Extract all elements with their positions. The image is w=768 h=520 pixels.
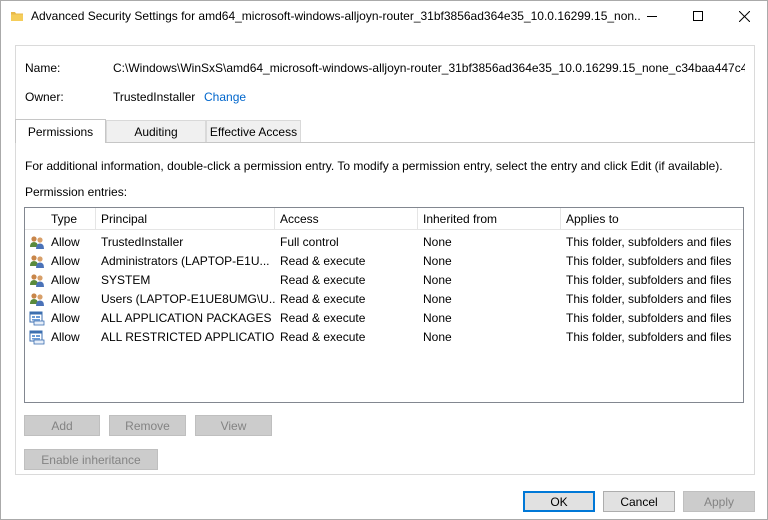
entry-applies-to: This folder, subfolders and files bbox=[566, 329, 732, 344]
entry-type: Allow bbox=[51, 272, 80, 287]
app-package-icon bbox=[29, 310, 45, 326]
column-header-applies-to[interactable]: Applies to bbox=[561, 208, 743, 230]
entry-access: Full control bbox=[280, 234, 339, 249]
column-header-access-label: Access bbox=[280, 212, 319, 226]
entry-access: Read & execute bbox=[280, 329, 366, 344]
apply-button-label: Apply bbox=[703, 494, 735, 509]
entry-inherited-from: None bbox=[423, 329, 452, 344]
title-bar[interactable]: Advanced Security Settings for amd64_mic… bbox=[1, 1, 767, 31]
entry-applies-to: This folder, subfolders and files bbox=[566, 253, 732, 268]
entry-applies-to: This folder, subfolders and files bbox=[566, 272, 732, 287]
table-row[interactable]: Allow TrustedInstaller Full control None… bbox=[25, 232, 743, 251]
change-owner-link[interactable]: Change bbox=[204, 90, 246, 104]
entry-access: Read & execute bbox=[280, 272, 366, 287]
entry-access: Read & execute bbox=[280, 310, 366, 325]
entry-principal: SYSTEM bbox=[101, 272, 151, 287]
entry-type: Allow bbox=[51, 291, 80, 306]
entry-access: Read & execute bbox=[280, 291, 366, 306]
tab-auditing[interactable]: Auditing bbox=[106, 120, 206, 142]
folder-icon bbox=[10, 9, 24, 23]
entry-applies-to: This folder, subfolders and files bbox=[566, 291, 732, 306]
tab-permissions-label: Permissions bbox=[27, 124, 94, 139]
tab-effective-access[interactable]: Effective Access bbox=[206, 120, 301, 142]
list-header: Type Principal Access Inherited from App… bbox=[25, 208, 743, 230]
entry-type: Allow bbox=[51, 234, 80, 249]
close-button[interactable] bbox=[721, 1, 767, 31]
column-header-inherited-from-label: Inherited from bbox=[423, 212, 498, 226]
owner-value: TrustedInstaller bbox=[113, 90, 196, 104]
column-header-principal-label: Principal bbox=[101, 212, 148, 226]
permission-entries-list[interactable]: Type Principal Access Inherited from App… bbox=[24, 207, 744, 403]
column-header-inherited-from[interactable]: Inherited from bbox=[418, 208, 561, 230]
entry-inherited-from: None bbox=[423, 234, 452, 249]
entry-principal: TrustedInstaller bbox=[101, 234, 184, 249]
table-row[interactable]: Allow ALL APPLICATION PACKAGES Read & ex… bbox=[25, 308, 743, 327]
table-row[interactable]: Allow Users (LAPTOP-E1UE8UMG\U... Read &… bbox=[25, 289, 743, 308]
entry-principal: Administrators (LAPTOP-E1U... bbox=[101, 253, 270, 268]
name-value: C:\Windows\WinSxS\amd64_microsoft-window… bbox=[113, 61, 745, 75]
close-icon bbox=[738, 10, 750, 22]
name-label: Name: bbox=[25, 61, 61, 75]
enable-inheritance-button[interactable]: Enable inheritance bbox=[24, 449, 158, 470]
user-group-icon bbox=[29, 291, 45, 307]
add-button-label: Add bbox=[51, 418, 73, 433]
owner-label: Owner: bbox=[25, 90, 64, 104]
cancel-button[interactable]: Cancel bbox=[603, 491, 675, 512]
advanced-security-settings-window: Advanced Security Settings for amd64_mic… bbox=[0, 0, 768, 520]
ok-button[interactable]: OK bbox=[523, 491, 595, 512]
entry-principal: ALL RESTRICTED APPLICATIO... bbox=[101, 329, 275, 344]
enable-inheritance-button-label: Enable inheritance bbox=[41, 452, 141, 467]
entry-principal: Users (LAPTOP-E1UE8UMG\U... bbox=[101, 291, 275, 306]
window-title: Advanced Security Settings for amd64_mic… bbox=[31, 9, 641, 23]
remove-button-label: Remove bbox=[125, 418, 170, 433]
tab-auditing-label: Auditing bbox=[134, 124, 178, 139]
apply-button[interactable]: Apply bbox=[683, 491, 755, 512]
user-group-icon bbox=[29, 234, 45, 250]
add-button[interactable]: Add bbox=[24, 415, 100, 436]
entry-type: Allow bbox=[51, 253, 80, 268]
entry-inherited-from: None bbox=[423, 291, 452, 306]
column-header-principal[interactable]: Principal bbox=[96, 208, 275, 230]
entry-inherited-from: None bbox=[423, 272, 452, 287]
table-row[interactable]: Allow Administrators (LAPTOP-E1U... Read… bbox=[25, 251, 743, 270]
permission-entries-label: Permission entries: bbox=[25, 185, 128, 199]
view-button[interactable]: View bbox=[195, 415, 272, 436]
entry-applies-to: This folder, subfolders and files bbox=[566, 310, 732, 325]
entry-type: Allow bbox=[51, 310, 80, 325]
tab-permissions[interactable]: Permissions bbox=[15, 119, 106, 143]
remove-button[interactable]: Remove bbox=[109, 415, 186, 436]
column-header-access[interactable]: Access bbox=[275, 208, 418, 230]
entry-applies-to: This folder, subfolders and files bbox=[566, 234, 732, 249]
column-header-type[interactable]: Type bbox=[46, 208, 96, 230]
user-group-icon bbox=[29, 272, 45, 288]
entry-access: Read & execute bbox=[280, 253, 366, 268]
tab-effective-access-label: Effective Access bbox=[209, 124, 298, 139]
user-group-icon bbox=[29, 253, 45, 269]
minimize-icon bbox=[647, 11, 657, 21]
column-header-applies-to-label: Applies to bbox=[566, 212, 619, 226]
entry-inherited-from: None bbox=[423, 310, 452, 325]
column-header-type-label: Type bbox=[51, 212, 78, 226]
entry-inherited-from: None bbox=[423, 253, 452, 268]
view-button-label: View bbox=[220, 418, 247, 433]
entry-principal: ALL APPLICATION PACKAGES bbox=[101, 310, 272, 325]
info-text: For additional information, double-click… bbox=[25, 159, 723, 173]
ok-button-label: OK bbox=[550, 494, 568, 509]
maximize-icon bbox=[693, 11, 703, 21]
table-row[interactable]: Allow ALL RESTRICTED APPLICATIO... Read … bbox=[25, 327, 743, 346]
entry-type: Allow bbox=[51, 329, 80, 344]
cancel-button-label: Cancel bbox=[620, 494, 658, 509]
minimize-button[interactable] bbox=[629, 1, 675, 31]
maximize-button[interactable] bbox=[675, 1, 721, 31]
table-row[interactable]: Allow SYSTEM Read & execute None This fo… bbox=[25, 270, 743, 289]
app-package-icon bbox=[29, 329, 45, 345]
